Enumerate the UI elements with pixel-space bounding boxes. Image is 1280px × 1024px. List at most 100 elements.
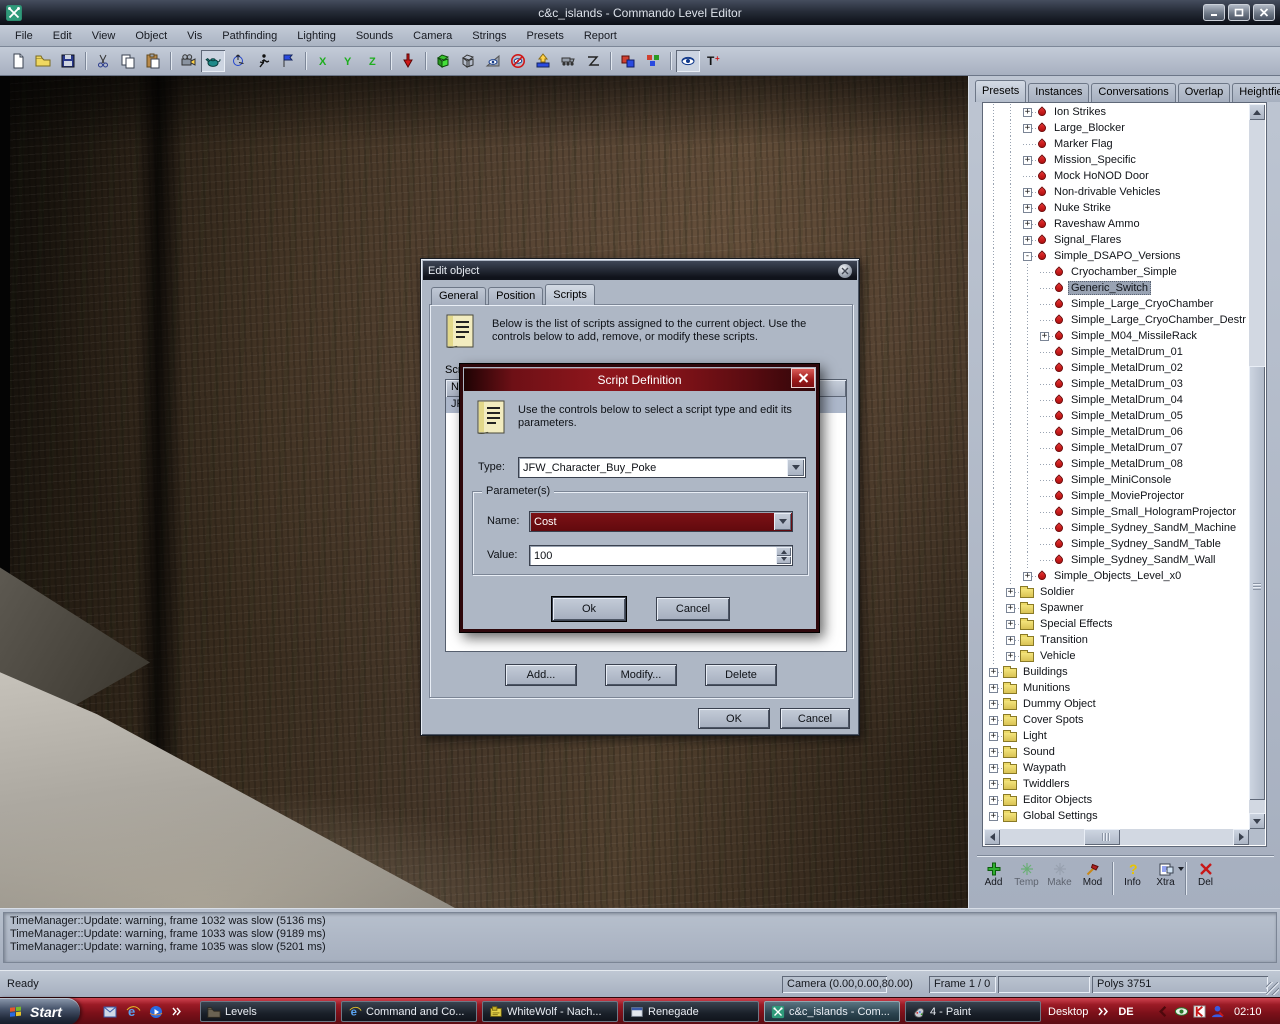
tab-position[interactable]: Position bbox=[488, 287, 543, 305]
tree-item[interactable]: +Mission_Specific bbox=[984, 152, 1249, 168]
tree-expand-plus[interactable]: + bbox=[1040, 332, 1049, 341]
tree-item[interactable]: Simple_MetalDrum_03 bbox=[984, 376, 1249, 392]
tree-item[interactable]: Generic_Switch bbox=[984, 280, 1249, 296]
tree-expand-plus[interactable]: + bbox=[989, 812, 998, 821]
tree-item[interactable]: +Global Settings bbox=[984, 808, 1249, 824]
tree-item[interactable]: Simple_Large_CryoChamber_Destr bbox=[984, 312, 1249, 328]
antivirus-eye-icon[interactable] bbox=[1174, 1004, 1189, 1019]
internet-explorer-icon[interactable]: e bbox=[125, 1004, 141, 1020]
script-definition-close-icon[interactable] bbox=[791, 368, 815, 388]
chevron-down-icon[interactable] bbox=[787, 459, 804, 476]
horizontal-scroll-thumb[interactable] bbox=[1084, 829, 1120, 845]
tree-expand-plus[interactable]: + bbox=[989, 780, 998, 789]
ok-button[interactable]: Ok bbox=[552, 597, 626, 621]
tree-expand-plus[interactable]: + bbox=[1023, 188, 1032, 197]
camera-mode-button[interactable] bbox=[176, 50, 200, 72]
close-button[interactable] bbox=[1253, 4, 1275, 21]
tree-expand-plus[interactable]: + bbox=[1023, 204, 1032, 213]
axis-y-button[interactable]: Y bbox=[336, 50, 360, 72]
ungroup-cubes-button[interactable] bbox=[641, 50, 665, 72]
tree-item[interactable]: +Signal_Flares bbox=[984, 232, 1249, 248]
vertical-scrollbar[interactable] bbox=[1249, 104, 1265, 829]
tree-item[interactable]: +Vehicle bbox=[984, 648, 1249, 664]
menu-item-edit[interactable]: Edit bbox=[43, 27, 82, 45]
taskbar-task-renegade[interactable]: Renegade bbox=[623, 1001, 759, 1022]
menu-item-vis[interactable]: Vis bbox=[177, 27, 212, 45]
desktop-toolbar[interactable]: Desktop DE bbox=[1048, 998, 1134, 1024]
tree-item[interactable]: +Nuke Strike bbox=[984, 200, 1249, 216]
info-preset-button[interactable]: ?Info bbox=[1116, 861, 1149, 888]
tree-item[interactable]: Simple_MetalDrum_02 bbox=[984, 360, 1249, 376]
menu-item-object[interactable]: Object bbox=[125, 27, 177, 45]
scroll-up-button[interactable] bbox=[1249, 104, 1265, 120]
menu-item-view[interactable]: View bbox=[82, 27, 126, 45]
overflow-chevron-icon[interactable] bbox=[171, 1006, 182, 1017]
wireframe-cube-button[interactable] bbox=[456, 50, 480, 72]
scroll-down-button[interactable] bbox=[1249, 813, 1265, 829]
menu-item-lighting[interactable]: Lighting bbox=[287, 27, 346, 45]
copy-button[interactable] bbox=[116, 50, 140, 72]
ok-button[interactable]: OK bbox=[698, 708, 770, 729]
tab-instances[interactable]: Instances bbox=[1028, 83, 1089, 102]
tree-expand-plus[interactable]: + bbox=[989, 796, 998, 805]
add-script-button[interactable]: Add... bbox=[505, 664, 577, 686]
tree-item[interactable]: +Soldier bbox=[984, 584, 1249, 600]
tree-item[interactable]: Simple_MetalDrum_05 bbox=[984, 408, 1249, 424]
tree-expand-plus[interactable]: + bbox=[1006, 604, 1015, 613]
taskbar-task-whitewolf-nach[interactable]: WhiteWolf - Nach... bbox=[482, 1001, 618, 1022]
spin-up-icon[interactable] bbox=[776, 547, 791, 556]
character-mode-button[interactable] bbox=[251, 50, 275, 72]
tree-item[interactable]: Simple_MiniConsole bbox=[984, 472, 1249, 488]
edit-object-close-icon[interactable] bbox=[838, 264, 852, 278]
scroll-left-button[interactable] bbox=[984, 829, 1000, 845]
tree-item[interactable]: +Cover Spots bbox=[984, 712, 1249, 728]
tree-expand-plus[interactable]: + bbox=[989, 732, 998, 741]
spin-down-icon[interactable] bbox=[776, 556, 791, 565]
horizontal-scrollbar[interactable] bbox=[984, 829, 1249, 845]
minimize-button[interactable] bbox=[1203, 4, 1225, 21]
tree-expand-plus[interactable]: + bbox=[989, 716, 998, 725]
resize-grip[interactable] bbox=[1266, 982, 1279, 995]
menu-item-sounds[interactable]: Sounds bbox=[346, 27, 403, 45]
axis-x-button[interactable]: X bbox=[311, 50, 335, 72]
cancel-button[interactable]: Cancel bbox=[656, 597, 730, 621]
delete-script-button[interactable]: Delete bbox=[705, 664, 777, 686]
vis-sector-button[interactable] bbox=[481, 50, 505, 72]
tree-expand-plus[interactable]: + bbox=[1006, 588, 1015, 597]
edit-object-titlebar[interactable]: Edit object bbox=[423, 261, 857, 280]
tree-expand-plus[interactable]: + bbox=[1023, 108, 1032, 117]
tree-item[interactable]: +Large_Blocker bbox=[984, 120, 1249, 136]
del-preset-button[interactable]: Del bbox=[1189, 861, 1222, 888]
script-definition-titlebar[interactable]: Script Definition bbox=[464, 368, 815, 391]
tab-scripts[interactable]: Scripts bbox=[545, 284, 595, 305]
cancel-button[interactable]: Cancel bbox=[780, 708, 850, 729]
open-folder-button[interactable] bbox=[31, 50, 55, 72]
script-type-combobox[interactable]: JFW_Character_Buy_Poke bbox=[518, 457, 806, 478]
taskbar-task-command-and-co[interactable]: eCommand and Co... bbox=[341, 1001, 477, 1022]
vertical-scroll-thumb[interactable] bbox=[1249, 366, 1265, 800]
tree-item[interactable]: +Dummy Object bbox=[984, 696, 1249, 712]
save-button[interactable] bbox=[56, 50, 80, 72]
drop-to-ground-button[interactable] bbox=[396, 50, 420, 72]
tree-item[interactable]: Simple_MetalDrum_07 bbox=[984, 440, 1249, 456]
tree-item[interactable]: +Non-drivable Vehicles bbox=[984, 184, 1249, 200]
vis-disable-button[interactable] bbox=[506, 50, 530, 72]
scroll-right-button[interactable] bbox=[1233, 829, 1249, 845]
tab-heightfield[interactable]: Heightfield bbox=[1232, 83, 1280, 102]
rotate-mode-button[interactable] bbox=[226, 50, 250, 72]
add-preset-button[interactable]: Add bbox=[977, 861, 1010, 888]
text-scale-button[interactable]: T+ bbox=[701, 50, 725, 72]
tree-expand-plus[interactable]: + bbox=[1023, 156, 1032, 165]
tree-expand-plus[interactable]: + bbox=[989, 764, 998, 773]
tree-item[interactable]: +Editor Objects bbox=[984, 792, 1249, 808]
tree-item[interactable]: Cryochamber_Simple bbox=[984, 264, 1249, 280]
tree-expand-plus[interactable]: + bbox=[989, 668, 998, 677]
tree-item[interactable]: -Simple_DSAPO_Versions bbox=[984, 248, 1249, 264]
tree-item[interactable]: +Waypath bbox=[984, 760, 1249, 776]
tree-item[interactable]: Simple_Small_HologramProjector bbox=[984, 504, 1249, 520]
tab-presets[interactable]: Presets bbox=[975, 80, 1026, 102]
group-cubes-button[interactable] bbox=[616, 50, 640, 72]
menu-item-strings[interactable]: Strings bbox=[462, 27, 516, 45]
taskbar-task-levels[interactable]: Levels bbox=[200, 1001, 336, 1022]
tree-expand-plus[interactable]: + bbox=[1023, 572, 1032, 581]
